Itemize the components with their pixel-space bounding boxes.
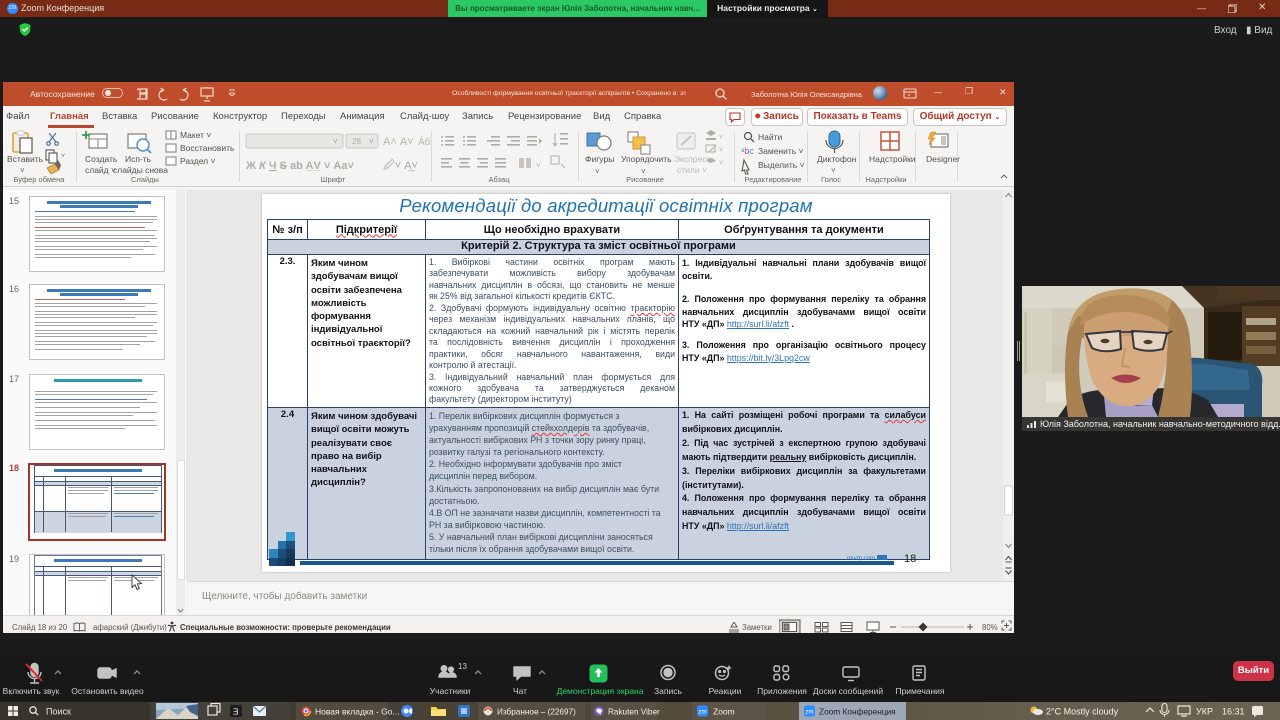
svg-text:🖉˅ А̲˅: 🖉˅ А̲˅ — [383, 159, 418, 172]
svg-text:˅: ˅ — [536, 161, 541, 170]
svg-text:Ǝ: Ǝ — [233, 708, 238, 717]
svg-text:Юлія Заболотна, начальник навч: Юлія Заболотна, начальник навчально-мето… — [1040, 419, 1280, 429]
svg-text:Исп-ть: Исп-ть — [125, 154, 152, 164]
svg-text:Ж К Ч S ab A̲V̲ ˅ Аа˅: Ж К Ч S ab A̲V̲ ˅ Аа˅ — [245, 160, 355, 172]
svg-text:ᵃbc: ᵃbc — [741, 146, 754, 156]
svg-text:13: 13 — [458, 662, 467, 671]
svg-text:˅: ˅ — [831, 166, 836, 175]
svg-text:˅: ˅ — [719, 147, 723, 154]
svg-text:˅: ˅ — [595, 167, 600, 176]
svg-text:Поиск: Поиск — [46, 707, 71, 717]
svg-text:˅: ˅ — [20, 166, 25, 175]
svg-text:Создать: Создать — [85, 154, 118, 164]
svg-text:А́б: А́б — [418, 135, 431, 148]
svg-text:слайды снова: слайды снова — [113, 165, 168, 175]
svg-text:Вставить: Вставить — [7, 154, 44, 164]
svg-text:УКР: УКР — [1196, 707, 1213, 717]
svg-text:Раздел ˅: Раздел ˅ — [180, 156, 215, 166]
svg-text:2°C Mostly cloudy: 2°C Mostly cloudy — [1046, 707, 1119, 717]
svg-text:Найти: Найти — [758, 132, 783, 142]
svg-text:Надстройки: Надстройки — [869, 154, 916, 164]
svg-text:А˄ А˅: А˄ А˅ — [383, 136, 414, 148]
svg-text:Фигуры: Фигуры — [585, 154, 614, 164]
svg-text:Designer: Designer — [926, 154, 960, 164]
svg-text:Заменить ˅: Заменить ˅ — [758, 146, 804, 156]
svg-text:zm: zm — [699, 710, 707, 716]
svg-text:˅: ˅ — [61, 153, 65, 160]
svg-text:Диктофон: Диктофон — [817, 154, 857, 164]
svg-text:˅: ˅ — [719, 134, 723, 141]
svg-text:Восстановить: Восстановить — [180, 143, 235, 153]
svg-text:16:31: 16:31 — [1222, 707, 1245, 717]
svg-text:˅: ˅ — [369, 137, 374, 146]
svg-text:zm: zm — [806, 710, 814, 716]
svg-text:˅: ˅ — [641, 167, 646, 176]
svg-text:Zoom Конференция: Zoom Конференция — [819, 707, 896, 717]
svg-text:˅: ˅ — [719, 160, 723, 167]
svg-text:стили ˅: стили ˅ — [677, 165, 707, 175]
svg-text:28: 28 — [352, 137, 361, 146]
svg-text:Выделить ˅: Выделить ˅ — [758, 160, 805, 170]
svg-text:Упорядочить: Упорядочить — [621, 154, 672, 164]
svg-text:Rakuten Viber: Rakuten Viber — [608, 708, 660, 717]
svg-text:Экспресс-: Экспресс- — [674, 154, 714, 164]
svg-text:˅: ˅ — [333, 137, 338, 146]
svg-text:Избранное – (22697): Избранное – (22697) — [497, 708, 576, 717]
svg-text:слайд ˅: слайд ˅ — [85, 165, 116, 175]
svg-text:Новая вкладка - Go...: Новая вкладка - Go... — [315, 707, 400, 717]
svg-text:Zoom: Zoom — [713, 707, 735, 717]
svg-text:Макет ˅: Макет ˅ — [180, 130, 211, 140]
